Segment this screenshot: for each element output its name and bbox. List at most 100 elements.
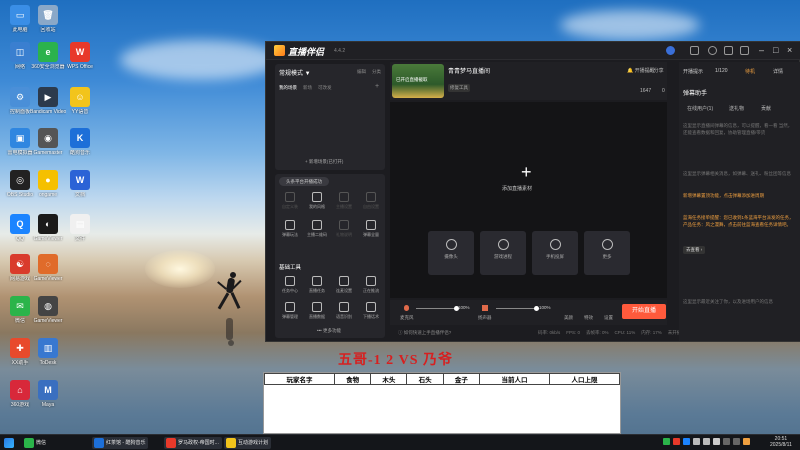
network-icon[interactable] [693, 438, 700, 445]
taskbar-app[interactable]: 罗马政权-帝国时... [164, 437, 222, 449]
beauty-button[interactable]: 美颜 [564, 315, 573, 321]
right-tab[interactable]: 开播提示 [683, 68, 703, 75]
qq-tray-icon[interactable] [683, 438, 690, 445]
right-tab[interactable]: 详情 [773, 68, 783, 75]
notification-icon[interactable] [743, 438, 750, 445]
desktop-icon[interactable]: ☺ YY语音 [62, 87, 98, 115]
speaker-icon[interactable] [482, 305, 488, 311]
tool-button[interactable]: 正在推流 [358, 276, 384, 294]
room-tag[interactable]: 修复工具 [448, 84, 470, 92]
tool-button[interactable]: 我的风格 [304, 192, 330, 210]
input-method-icon[interactable] [723, 438, 730, 445]
add-scene-button[interactable]: + 新增场景(已打开) [305, 159, 343, 165]
tool-button[interactable]: 语音识别 [331, 302, 357, 320]
edit-link[interactable]: 编辑 [357, 69, 366, 75]
tool-icon [339, 302, 349, 312]
tab-new-scene[interactable]: 新场 [303, 85, 312, 91]
source-icon [549, 239, 561, 250]
keyboard-icon[interactable] [733, 438, 740, 445]
tool-button[interactable]: 自定义装 [277, 192, 303, 210]
tool-button[interactable]: 主播设置 [331, 192, 357, 210]
add-source-icon[interactable]: + [521, 163, 532, 181]
start-button[interactable] [2, 437, 14, 449]
tool-button[interactable]: 弹幕玩法 [277, 220, 303, 238]
settings-button[interactable]: 设置 [604, 315, 613, 321]
add-source-label[interactable]: 添加直播素材 [502, 185, 532, 192]
desktop-icon[interactable]: ◌ GameViewer [30, 254, 66, 282]
desktop-icon[interactable]: W WPS Office [62, 42, 98, 70]
source-button[interactable]: 摄像头 [428, 231, 474, 275]
mic-volume-slider[interactable] [416, 308, 456, 309]
tool-button[interactable]: 弹幕全量 [358, 220, 384, 238]
desktop-icon[interactable]: ▶ Bandicam Video Editor [30, 87, 66, 115]
tool-button[interactable]: 礼物说明 [331, 220, 357, 238]
share-button[interactable]: ↗ 分享 [648, 67, 664, 74]
maximize-button[interactable]: □ [773, 45, 778, 55]
category-link[interactable]: 分类 [372, 69, 381, 75]
assistant-subtab[interactable]: 送礼物 [729, 105, 744, 112]
effects-button[interactable]: 特效 [584, 315, 593, 321]
tool-button[interactable]: 直播数据 [304, 302, 330, 320]
volume-icon[interactable] [713, 438, 720, 445]
tool-button[interactable]: 直播任务 [304, 276, 330, 294]
desktop-icon-label: Maya [41, 402, 55, 408]
start-live-button[interactable]: 开始直播 [622, 304, 666, 319]
account-avatar-icon[interactable] [666, 46, 675, 55]
room-cover-thumbnail[interactable]: 已开启直播截取 [392, 64, 444, 98]
view-task-link[interactable]: 去查看 › [683, 246, 706, 254]
assistant-subtab[interactable]: 贡献 [761, 105, 771, 112]
more-features-button[interactable]: ••• 更多功能 [317, 328, 341, 334]
desktop-icon[interactable]: ◐ GameViewer [30, 214, 66, 242]
tool-button[interactable]: 下播话术 [358, 302, 384, 320]
assistant-subtab[interactable]: 在线用户(1) [687, 105, 713, 112]
add-icon[interactable]: + [375, 83, 379, 90]
source-button[interactable]: 手机投屏 [532, 231, 578, 275]
headset-icon[interactable] [708, 46, 717, 55]
tool-label: 弹幕全量 [363, 232, 379, 237]
tool-button[interactable]: 任务中心 [277, 276, 303, 294]
microphone-icon[interactable] [404, 305, 409, 311]
sheet-header-cell: 当前人口 [479, 373, 550, 385]
mail-icon[interactable] [690, 46, 699, 55]
desktop-icon[interactable]: ◍ GameViewer [30, 296, 66, 324]
app-tray-icon[interactable] [673, 438, 680, 445]
taskbar-app[interactable]: 红茶馆 - 酷狗音乐 [92, 437, 149, 449]
new-feature-notice[interactable]: 新增弹幕置顶功能，点击弹幕添加进周期 [683, 192, 795, 199]
tool-icon [366, 220, 376, 230]
tool-button[interactable]: 主播二维码 [304, 220, 330, 238]
assistant-hint-2: 这里显示弹幕相关消息，如弹幕、送礼、粉丝团等信息 [683, 171, 791, 176]
desktop-icon[interactable]: ◉ Gamemaster [30, 128, 66, 156]
tool-button[interactable]: 自由设置 [358, 192, 384, 210]
desktop-icon[interactable]: M Maya [30, 380, 66, 408]
battery-icon[interactable] [703, 438, 710, 445]
source-button[interactable]: 游戏进程 [480, 231, 526, 275]
wechat-tray-icon[interactable] [663, 438, 670, 445]
speaker-volume-slider[interactable] [496, 308, 536, 309]
right-tab[interactable]: 待机 [745, 68, 755, 75]
mode-dropdown[interactable]: 常规模式 ▼ [279, 68, 311, 77]
desktop-icon[interactable]: K 酷狗音乐 [62, 128, 98, 156]
menu-icon[interactable] [740, 46, 749, 55]
desktop-icon[interactable]: ● ongame [30, 170, 66, 198]
quick-start-hint[interactable]: ⓘ 如何快速上手直播伴侣? [398, 330, 451, 336]
tab-editable[interactable]: 可改发 [318, 85, 332, 91]
desktop-icon[interactable]: ▥ ToDesk [30, 338, 66, 366]
taskbar-app[interactable]: 微信 [22, 437, 49, 449]
tool-button[interactable]: 连麦设置 [331, 276, 357, 294]
tool-button[interactable]: 弹幕管理 [277, 302, 303, 320]
desktop-icon[interactable]: 🗑 回收站 [30, 5, 66, 33]
tool-icon [285, 276, 295, 286]
tab-my-scenes[interactable]: 我的场景 [279, 85, 297, 91]
sheet-header-cell: 金子 [442, 373, 481, 385]
minimize-button[interactable]: – [759, 45, 764, 55]
feedback-icon[interactable] [724, 46, 733, 55]
task-notice[interactable]: 蓝海任务接单提醒：您已收到1条蓝海平台派发的任务，产品任务：风之漫舞，点击前往蓝… [683, 214, 795, 228]
clock[interactable]: 20:51 2025/8/11 [770, 436, 792, 448]
source-button[interactable]: 更多 [584, 231, 630, 275]
desktop-icon[interactable]: W 文档 [62, 170, 98, 198]
taskbar-app[interactable]: 互动游戏计划 [224, 437, 272, 449]
desktop-icon[interactable]: ▤ 文件 [62, 214, 98, 242]
desktop-icon[interactable]: e 360安全浏览器 [30, 42, 66, 70]
close-button[interactable]: × [787, 45, 792, 55]
right-tab[interactable]: 1/120 [715, 68, 728, 74]
